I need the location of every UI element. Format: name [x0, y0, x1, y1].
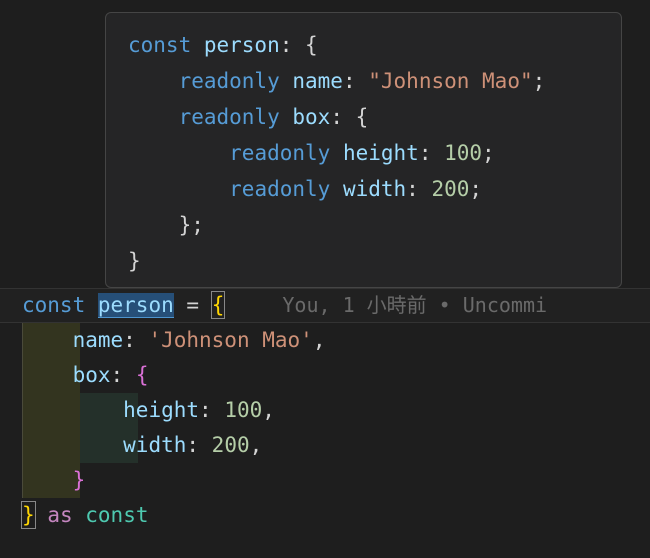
keyword-const-assertion: const	[85, 503, 149, 527]
bracket-match-open: {	[210, 291, 226, 319]
bracket-match-close: }	[21, 501, 36, 529]
tooltip-token-property: width	[342, 177, 407, 201]
tooltip-token-punct	[128, 105, 179, 129]
tooltip-token-keyword: readonly	[178, 105, 293, 129]
keyword-const: const	[22, 293, 86, 317]
tooltip-token-punct: : {	[279, 33, 318, 57]
number-value-width: 200	[211, 433, 250, 457]
tooltip-token-variable: person	[203, 33, 280, 57]
tooltip-code-line: };	[128, 207, 621, 243]
tooltip-token-property: box	[292, 105, 331, 129]
tooltip-token-punct: };	[128, 213, 204, 237]
code-line-as-const[interactable]: } as const	[0, 498, 650, 533]
property-name: name	[72, 328, 124, 352]
tooltip-token-string: "Johnson Mao"	[368, 69, 533, 93]
colon: :	[110, 363, 136, 387]
code-lines-container[interactable]: const person = { You, 1 小時前 • Uncommi nam…	[0, 288, 650, 558]
property-box: box	[72, 363, 111, 387]
comma: ,	[249, 433, 263, 457]
tooltip-code-line: readonly box: {	[128, 99, 621, 135]
tooltip-code-line: readonly height: 100;	[128, 135, 621, 171]
code-line-width[interactable]: width: 200,	[0, 428, 650, 463]
assignment-operator: =	[186, 293, 200, 317]
git-blame-annotation[interactable]: You, 1 小時前 • Uncommi	[282, 293, 547, 317]
tooltip-code-line: const person: {	[128, 27, 621, 63]
colon: :	[186, 433, 212, 457]
tooltip-token-punct: :	[406, 177, 432, 201]
tooltip-token-number: 100	[444, 141, 483, 165]
tooltip-token-punct	[128, 177, 229, 201]
identifier-person-highlighted[interactable]: person	[97, 293, 174, 318]
type-hover-tooltip[interactable]: const person: { readonly name: "Johnson …	[105, 12, 622, 288]
string-value-name: 'Johnson Mao'	[148, 328, 313, 352]
number-value-height: 100	[224, 398, 263, 422]
code-line-box[interactable]: box: {	[0, 358, 650, 393]
property-width: width	[123, 433, 187, 457]
tooltip-token-punct: :	[418, 141, 445, 165]
comma: ,	[262, 398, 275, 422]
tooltip-code-line: }	[128, 243, 621, 279]
code-line-name[interactable]: name: 'Johnson Mao',	[0, 323, 650, 358]
close-brace-box: }	[72, 468, 86, 492]
colon: :	[199, 398, 225, 422]
code-line-declaration[interactable]: const person = { You, 1 小時前 • Uncommi	[0, 288, 650, 323]
code-line-close-box[interactable]: }	[0, 463, 650, 498]
tooltip-token-punct	[128, 141, 229, 165]
tooltip-token-punct	[128, 69, 179, 93]
tooltip-token-number: 200	[431, 177, 470, 201]
tooltip-token-keyword: const	[128, 33, 204, 57]
colon: :	[123, 328, 149, 352]
tooltip-token-punct: ;	[532, 69, 546, 93]
tooltip-code-line: readonly name: "Johnson Mao";	[128, 63, 621, 99]
tooltip-token-punct: : {	[330, 105, 369, 129]
tooltip-token-keyword: readonly	[229, 177, 343, 201]
hover-tooltip-content: const person: { readonly name: "Johnson …	[106, 13, 621, 287]
tooltip-token-keyword: readonly	[229, 141, 343, 165]
code-editor[interactable]: const person = { You, 1 小時前 • Uncommi nam…	[0, 0, 650, 558]
tooltip-token-punct: }	[128, 249, 141, 273]
code-line-height[interactable]: height: 100,	[0, 393, 650, 428]
tooltip-token-punct: ;	[469, 177, 483, 201]
property-height: height	[123, 398, 200, 422]
tooltip-token-property: height	[342, 141, 419, 165]
tooltip-token-keyword: readonly	[178, 69, 293, 93]
tooltip-code-line: readonly width: 200;	[128, 171, 621, 207]
tooltip-token-punct: ;	[482, 141, 495, 165]
tooltip-token-punct: :	[342, 69, 369, 93]
keyword-as: as	[47, 503, 73, 527]
comma: ,	[312, 328, 326, 352]
open-brace-box: {	[135, 363, 149, 387]
tooltip-token-property: name	[292, 69, 343, 93]
